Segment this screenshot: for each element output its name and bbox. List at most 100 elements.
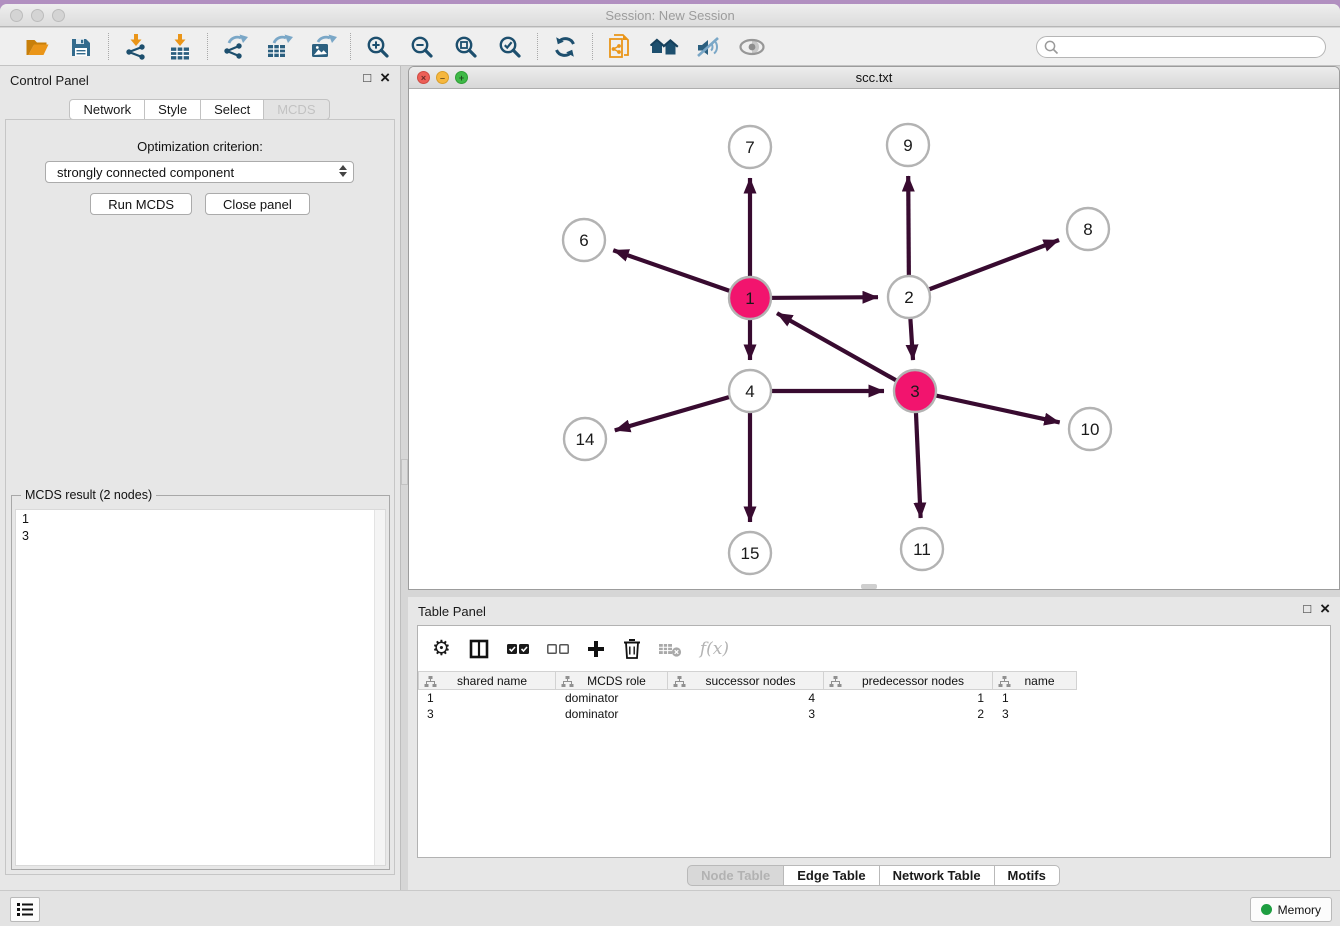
- deselect-all-button[interactable]: [547, 642, 569, 656]
- status-bar: Memory: [0, 890, 1340, 926]
- delete-column-button[interactable]: [623, 638, 641, 659]
- task-history-button[interactable]: [10, 897, 40, 922]
- graph-edge-3-1[interactable]: [777, 313, 915, 391]
- column-header-mcds-role[interactable]: MCDS role: [556, 671, 668, 690]
- import-table-button[interactable]: [164, 32, 196, 62]
- graph-node-11[interactable]: 11: [901, 528, 943, 570]
- open-folder-icon: [24, 35, 51, 59]
- table-settings-button[interactable]: ⚙: [432, 639, 451, 659]
- export-table-icon: [265, 34, 293, 60]
- graph-node-3[interactable]: 3: [894, 370, 936, 412]
- refresh-network-button[interactable]: [549, 32, 581, 62]
- graph-node-9[interactable]: 9: [887, 124, 929, 166]
- svg-text:2: 2: [904, 288, 913, 307]
- table-cell[interactable]: 3: [418, 706, 556, 722]
- table-row[interactable]: 1dominator411: [418, 690, 1330, 706]
- svg-text:7: 7: [745, 138, 754, 157]
- svg-text:15: 15: [741, 544, 760, 563]
- table-cell[interactable]: 4: [668, 690, 824, 706]
- svg-text:8: 8: [1083, 220, 1092, 239]
- search-input[interactable]: [1036, 36, 1326, 58]
- table-cell[interactable]: 2: [824, 706, 993, 722]
- close-panel-button[interactable]: Close panel: [205, 193, 310, 215]
- column-header-predecessor-nodes[interactable]: predecessor nodes: [824, 671, 993, 690]
- graph-edge-2-8[interactable]: [909, 240, 1059, 297]
- criterion-dropdown[interactable]: strongly connected component: [45, 161, 354, 183]
- add-column-button[interactable]: [587, 640, 605, 658]
- column-header-name[interactable]: name: [993, 671, 1077, 690]
- zoom-fit-button[interactable]: [450, 32, 482, 62]
- zoom-in-button[interactable]: [362, 32, 394, 62]
- window-title: Session: New Session: [0, 8, 1340, 23]
- homes-icon: [649, 35, 679, 58]
- splitter-handle[interactable]: [401, 459, 408, 485]
- mcds-result-title: MCDS result (2 nodes): [21, 488, 156, 502]
- result-scrollbar[interactable]: [374, 510, 385, 865]
- table-cell[interactable]: dominator: [556, 706, 668, 722]
- network-window-titlebar[interactable]: × – + scc.txt: [409, 67, 1339, 89]
- run-mcds-button[interactable]: Run MCDS: [90, 193, 192, 215]
- table-cell[interactable]: 3: [668, 706, 824, 722]
- import-network-icon: [122, 34, 150, 60]
- graph-node-2[interactable]: 2: [888, 276, 930, 318]
- canvas-resize-thumb[interactable]: [861, 584, 877, 589]
- tab-select[interactable]: Select: [200, 99, 264, 120]
- select-columns-button[interactable]: [469, 639, 489, 659]
- tab-edge-table[interactable]: Edge Table: [783, 865, 879, 886]
- network-canvas[interactable]: 7 9 6 8 1 2 4 3 14 10 15 11: [409, 89, 1339, 589]
- plus-icon: [587, 640, 605, 658]
- hide-styles-button[interactable]: [692, 32, 724, 62]
- graph-node-7[interactable]: 7: [729, 126, 771, 168]
- graph-node-1[interactable]: 1: [729, 277, 771, 319]
- home-button[interactable]: [648, 32, 680, 62]
- export-network-button[interactable]: [219, 32, 251, 62]
- control-panel: Control Panel □ × NetworkStyleSelectMCDS…: [0, 66, 401, 890]
- column-header-label: shared name: [419, 674, 555, 688]
- table-cell[interactable]: 3: [993, 706, 1077, 722]
- graph-edge-3-10[interactable]: [915, 391, 1060, 422]
- zoom-selected-button[interactable]: [494, 32, 526, 62]
- show-hide-button[interactable]: [736, 32, 768, 62]
- criterion-dropdown-value: strongly connected component: [57, 165, 234, 180]
- graph-node-10[interactable]: 10: [1069, 408, 1111, 450]
- tab-network-table[interactable]: Network Table: [879, 865, 995, 886]
- function-builder-button[interactable]: f(x): [700, 639, 729, 659]
- table-row[interactable]: 3dominator323: [418, 706, 1330, 722]
- columns-icon: [469, 639, 489, 659]
- import-network-button[interactable]: [120, 32, 152, 62]
- tab-mcds[interactable]: MCDS: [263, 99, 329, 120]
- dropdown-stepper-icon: [339, 165, 347, 177]
- open-session-button[interactable]: [21, 32, 53, 62]
- tab-node-table[interactable]: Node Table: [687, 865, 784, 886]
- network-window-title: scc.txt: [409, 70, 1339, 85]
- zoom-out-button[interactable]: [406, 32, 438, 62]
- select-all-button[interactable]: [507, 642, 529, 656]
- float-table-panel-icon[interactable]: □: [1303, 601, 1311, 616]
- float-panel-icon[interactable]: □: [363, 70, 371, 85]
- close-panel-icon[interactable]: ×: [380, 71, 390, 84]
- task-list-icon: [16, 901, 34, 918]
- table-cell[interactable]: 1: [993, 690, 1077, 706]
- graph-node-14[interactable]: 14: [564, 418, 606, 460]
- close-table-panel-icon[interactable]: ×: [1320, 602, 1330, 615]
- graph-node-4[interactable]: 4: [729, 370, 771, 412]
- graph-node-6[interactable]: 6: [563, 219, 605, 261]
- mcds-result-text[interactable]: 13: [15, 509, 386, 866]
- column-header-successor-nodes[interactable]: successor nodes: [668, 671, 824, 690]
- table-cell[interactable]: 1: [824, 690, 993, 706]
- delete-table-button[interactable]: [659, 641, 682, 657]
- tab-style[interactable]: Style: [144, 99, 201, 120]
- graph-node-15[interactable]: 15: [729, 532, 771, 574]
- export-table-button[interactable]: [263, 32, 295, 62]
- tab-motifs[interactable]: Motifs: [994, 865, 1060, 886]
- save-session-button[interactable]: [65, 32, 97, 62]
- export-image-button[interactable]: [307, 32, 339, 62]
- column-header-shared-name[interactable]: shared name: [418, 671, 556, 690]
- memory-button[interactable]: Memory: [1250, 897, 1332, 922]
- open-in-browser-button[interactable]: [604, 32, 636, 62]
- table-cell[interactable]: 1: [418, 690, 556, 706]
- table-cell[interactable]: dominator: [556, 690, 668, 706]
- svg-text:1: 1: [745, 289, 754, 308]
- graph-node-8[interactable]: 8: [1067, 208, 1109, 250]
- tab-network[interactable]: Network: [69, 99, 145, 120]
